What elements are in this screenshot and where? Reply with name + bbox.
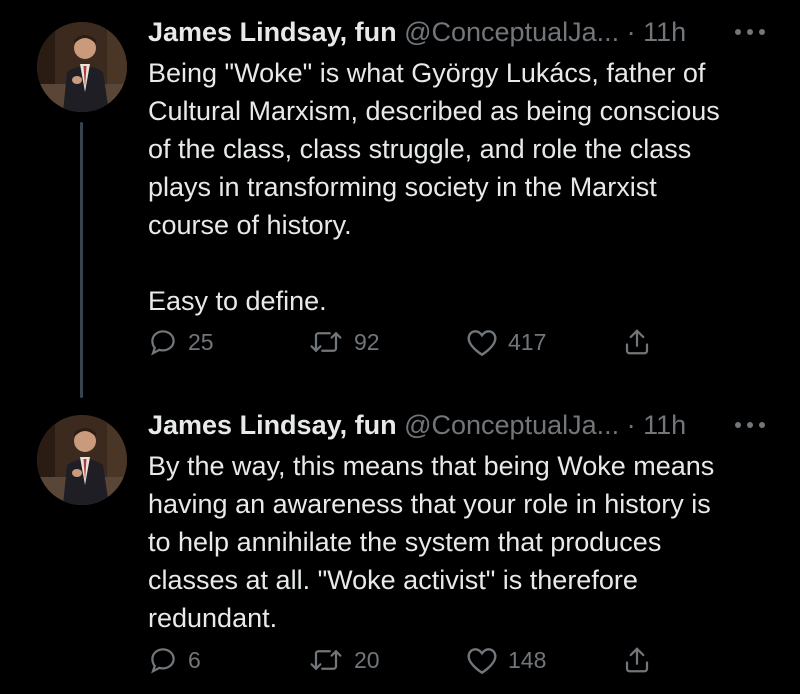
- author-name[interactable]: James Lindsay, fun: [148, 17, 397, 47]
- avatar[interactable]: [37, 22, 127, 112]
- timestamp[interactable]: 11h: [643, 410, 686, 440]
- retweet-icon: [310, 332, 342, 352]
- like-count: 148: [508, 646, 547, 673]
- like-button[interactable]: 417: [466, 322, 546, 362]
- reply-button[interactable]: 6: [148, 640, 201, 680]
- author-name[interactable]: James Lindsay, fun: [148, 410, 397, 440]
- reply-icon: [151, 648, 175, 674]
- retweet-button[interactable]: 92: [308, 322, 380, 362]
- thread-connector-line: [80, 122, 83, 398]
- share-icon: [625, 647, 649, 673]
- action-bar: 25 92 417: [148, 322, 708, 362]
- retweet-icon: [310, 650, 342, 670]
- like-count: 417: [508, 328, 547, 355]
- separator: ·: [626, 17, 636, 47]
- retweet-count: 92: [354, 328, 380, 355]
- reply-count: 6: [188, 646, 201, 673]
- separator: ·: [626, 410, 636, 440]
- share-icon: [625, 329, 649, 355]
- tweet-header: James Lindsay, fun @ConceptualJa... · 11…: [148, 14, 768, 50]
- action-bar: 6 20 148: [148, 640, 708, 680]
- author-handle[interactable]: @ConceptualJa...: [404, 410, 619, 440]
- timestamp[interactable]: 11h: [643, 17, 686, 47]
- retweet-button[interactable]: 20: [308, 640, 380, 680]
- tweet-text: Being "Woke" is what György Lukács, fath…: [148, 58, 720, 316]
- more-icon[interactable]: [735, 415, 765, 435]
- reply-count: 25: [188, 328, 214, 355]
- share-button[interactable]: [622, 640, 652, 680]
- more-icon[interactable]: [735, 22, 765, 42]
- reply-icon: [151, 330, 175, 356]
- reply-button[interactable]: 25: [148, 322, 214, 362]
- tweet-text: By the way, this means that being Woke m…: [148, 451, 715, 633]
- author-handle[interactable]: @ConceptualJa...: [404, 17, 619, 47]
- like-icon: [467, 648, 497, 675]
- share-button[interactable]: [622, 322, 652, 362]
- like-button[interactable]: 148: [466, 640, 546, 680]
- like-icon: [467, 330, 497, 357]
- tweet-header: James Lindsay, fun @ConceptualJa... · 11…: [148, 407, 768, 443]
- avatar[interactable]: [37, 415, 127, 505]
- retweet-count: 20: [354, 646, 380, 673]
